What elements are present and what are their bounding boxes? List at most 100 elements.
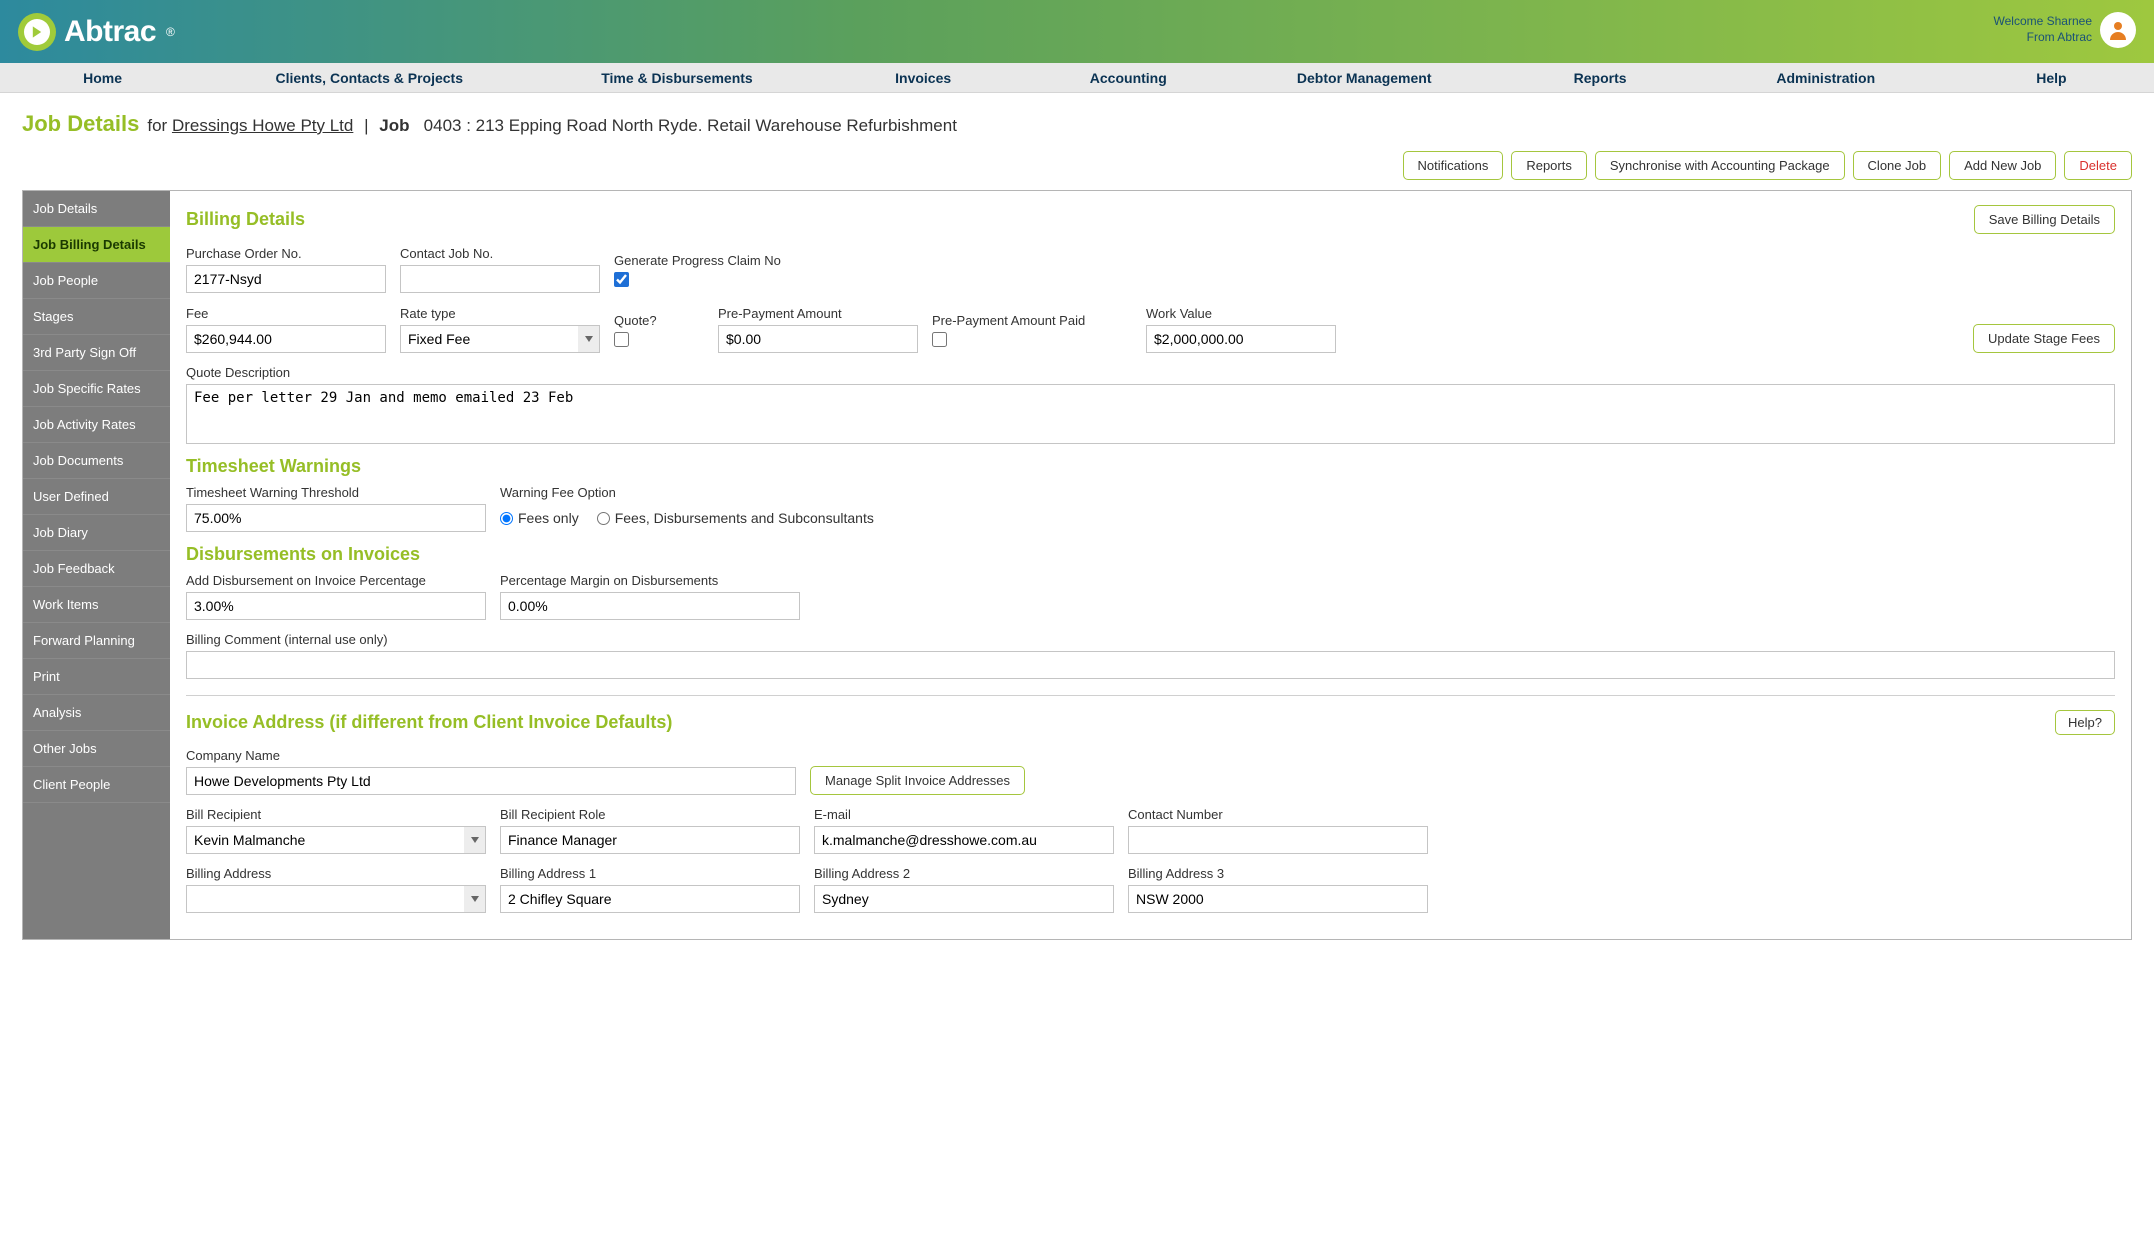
radio-fees-only[interactable]: Fees only [500, 510, 579, 526]
billing-comment-input[interactable] [186, 651, 2115, 679]
help-button[interactable]: Help? [2055, 710, 2115, 735]
po-input[interactable] [186, 265, 386, 293]
delete-button[interactable]: Delete [2064, 151, 2132, 180]
sidebar-item-client-people[interactable]: Client People [23, 767, 170, 803]
disbursements-section-title: Disbursements on Invoices [186, 544, 2115, 565]
billing-section-title: Billing Details [186, 209, 305, 230]
rate-type-dropdown-icon[interactable] [578, 325, 600, 353]
sidebar-item-forward-planning[interactable]: Forward Planning [23, 623, 170, 659]
quote-desc-textarea[interactable] [186, 384, 2115, 444]
brand-logo[interactable]: Abtrac® [18, 13, 175, 51]
threshold-label: Timesheet Warning Threshold [186, 485, 486, 500]
sidebar-item-job-details[interactable]: Job Details [23, 191, 170, 227]
addr1-input[interactable] [500, 885, 800, 913]
email-label: E-mail [814, 807, 1114, 822]
radio-fees-disb[interactable]: Fees, Disbursements and Subconsultants [597, 510, 874, 526]
welcome-line-2: From Abtrac [1994, 30, 2093, 46]
margin-pct-label: Percentage Margin on Disbursements [500, 573, 800, 588]
page-title: Job Details [22, 111, 139, 137]
prepay-input[interactable] [718, 325, 918, 353]
save-billing-details-button[interactable]: Save Billing Details [1974, 205, 2115, 234]
gen-progress-checkbox[interactable] [614, 272, 629, 287]
sidebar-item-print[interactable]: Print [23, 659, 170, 695]
recipient-role-label: Bill Recipient Role [500, 807, 800, 822]
recipient-select[interactable] [186, 826, 464, 854]
sidebar: Job DetailsJob Billing DetailsJob People… [23, 191, 170, 939]
addr-label: Billing Address [186, 866, 486, 881]
recipient-label: Bill Recipient [186, 807, 486, 822]
main-content: Job DetailsJob Billing DetailsJob People… [22, 190, 2132, 940]
contact-job-input[interactable] [400, 265, 600, 293]
sidebar-item-job-specific-rates[interactable]: Job Specific Rates [23, 371, 170, 407]
company-label: Company Name [186, 748, 796, 763]
company-input[interactable] [186, 767, 796, 795]
po-label: Purchase Order No. [186, 246, 386, 261]
invoice-address-section-header: Invoice Address (if different from Clien… [186, 710, 2115, 735]
contact-num-label: Contact Number [1128, 807, 1428, 822]
timesheet-section-title: Timesheet Warnings [186, 456, 2115, 477]
sidebar-item-stages[interactable]: Stages [23, 299, 170, 335]
welcome-line-1: Welcome Sharnee [1994, 14, 2093, 30]
job-label: Job [379, 116, 409, 135]
quote-label: Quote? [614, 313, 704, 328]
sidebar-item-job-billing-details[interactable]: Job Billing Details [23, 227, 170, 263]
sidebar-item-3rd-party-sign-off[interactable]: 3rd Party Sign Off [23, 335, 170, 371]
fee-input[interactable] [186, 325, 386, 353]
nav-debtor[interactable]: Debtor Management [1231, 63, 1498, 92]
gen-progress-label: Generate Progress Claim No [614, 253, 814, 268]
sidebar-item-job-people[interactable]: Job People [23, 263, 170, 299]
quote-checkbox[interactable] [614, 332, 629, 347]
manage-split-invoice-button[interactable]: Manage Split Invoice Addresses [810, 766, 1025, 795]
divider [186, 695, 2115, 696]
notifications-button[interactable]: Notifications [1403, 151, 1504, 180]
recipient-dropdown-icon[interactable] [464, 826, 486, 854]
addr2-input[interactable] [814, 885, 1114, 913]
sidebar-item-job-activity-rates[interactable]: Job Activity Rates [23, 407, 170, 443]
nav-accounting[interactable]: Accounting [1026, 63, 1231, 92]
warning-option-label: Warning Fee Option [500, 485, 1000, 500]
addr-select[interactable] [186, 885, 464, 913]
clone-job-button[interactable]: Clone Job [1853, 151, 1942, 180]
addr1-label: Billing Address 1 [500, 866, 800, 881]
registered-mark: ® [166, 25, 175, 39]
prepay-paid-checkbox[interactable] [932, 332, 947, 347]
nav-time[interactable]: Time & Disbursements [533, 63, 820, 92]
add-new-job-button[interactable]: Add New Job [1949, 151, 2056, 180]
prepay-paid-label: Pre-Payment Amount Paid [932, 313, 1132, 328]
addr-dropdown-icon[interactable] [464, 885, 486, 913]
prepay-label: Pre-Payment Amount [718, 306, 918, 321]
nav-home[interactable]: Home [0, 63, 205, 92]
app-header: Abtrac® Welcome Sharnee From Abtrac [0, 0, 2154, 63]
client-link[interactable]: Dressings Howe Pty Ltd [172, 116, 353, 135]
sidebar-item-job-feedback[interactable]: Job Feedback [23, 551, 170, 587]
nav-help[interactable]: Help [1949, 63, 2154, 92]
margin-pct-input[interactable] [500, 592, 800, 620]
sidebar-item-job-diary[interactable]: Job Diary [23, 515, 170, 551]
rate-type-select[interactable] [400, 325, 578, 353]
sidebar-item-user-defined[interactable]: User Defined [23, 479, 170, 515]
nav-invoices[interactable]: Invoices [821, 63, 1026, 92]
email-input[interactable] [814, 826, 1114, 854]
update-stage-fees-button[interactable]: Update Stage Fees [1973, 324, 2115, 353]
recipient-role-input[interactable] [500, 826, 800, 854]
action-row: Notifications Reports Synchronise with A… [0, 145, 2154, 190]
sync-accounting-button[interactable]: Synchronise with Accounting Package [1595, 151, 1845, 180]
addr3-input[interactable] [1128, 885, 1428, 913]
content-panel: Billing Details Save Billing Details Pur… [170, 191, 2131, 939]
reports-button[interactable]: Reports [1511, 151, 1587, 180]
nav-admin[interactable]: Administration [1703, 63, 1949, 92]
job-reference: 0403 : 213 Epping Road North Ryde. Retai… [424, 116, 957, 135]
sidebar-item-work-items[interactable]: Work Items [23, 587, 170, 623]
fee-label: Fee [186, 306, 386, 321]
nav-clients[interactable]: Clients, Contacts & Projects [205, 63, 533, 92]
threshold-input[interactable] [186, 504, 486, 532]
nav-reports[interactable]: Reports [1498, 63, 1703, 92]
work-value-input[interactable] [1146, 325, 1336, 353]
add-disb-pct-input[interactable] [186, 592, 486, 620]
sidebar-item-other-jobs[interactable]: Other Jobs [23, 731, 170, 767]
user-avatar[interactable] [2100, 12, 2136, 48]
add-disb-pct-label: Add Disbursement on Invoice Percentage [186, 573, 486, 588]
contact-num-input[interactable] [1128, 826, 1428, 854]
sidebar-item-analysis[interactable]: Analysis [23, 695, 170, 731]
sidebar-item-job-documents[interactable]: Job Documents [23, 443, 170, 479]
